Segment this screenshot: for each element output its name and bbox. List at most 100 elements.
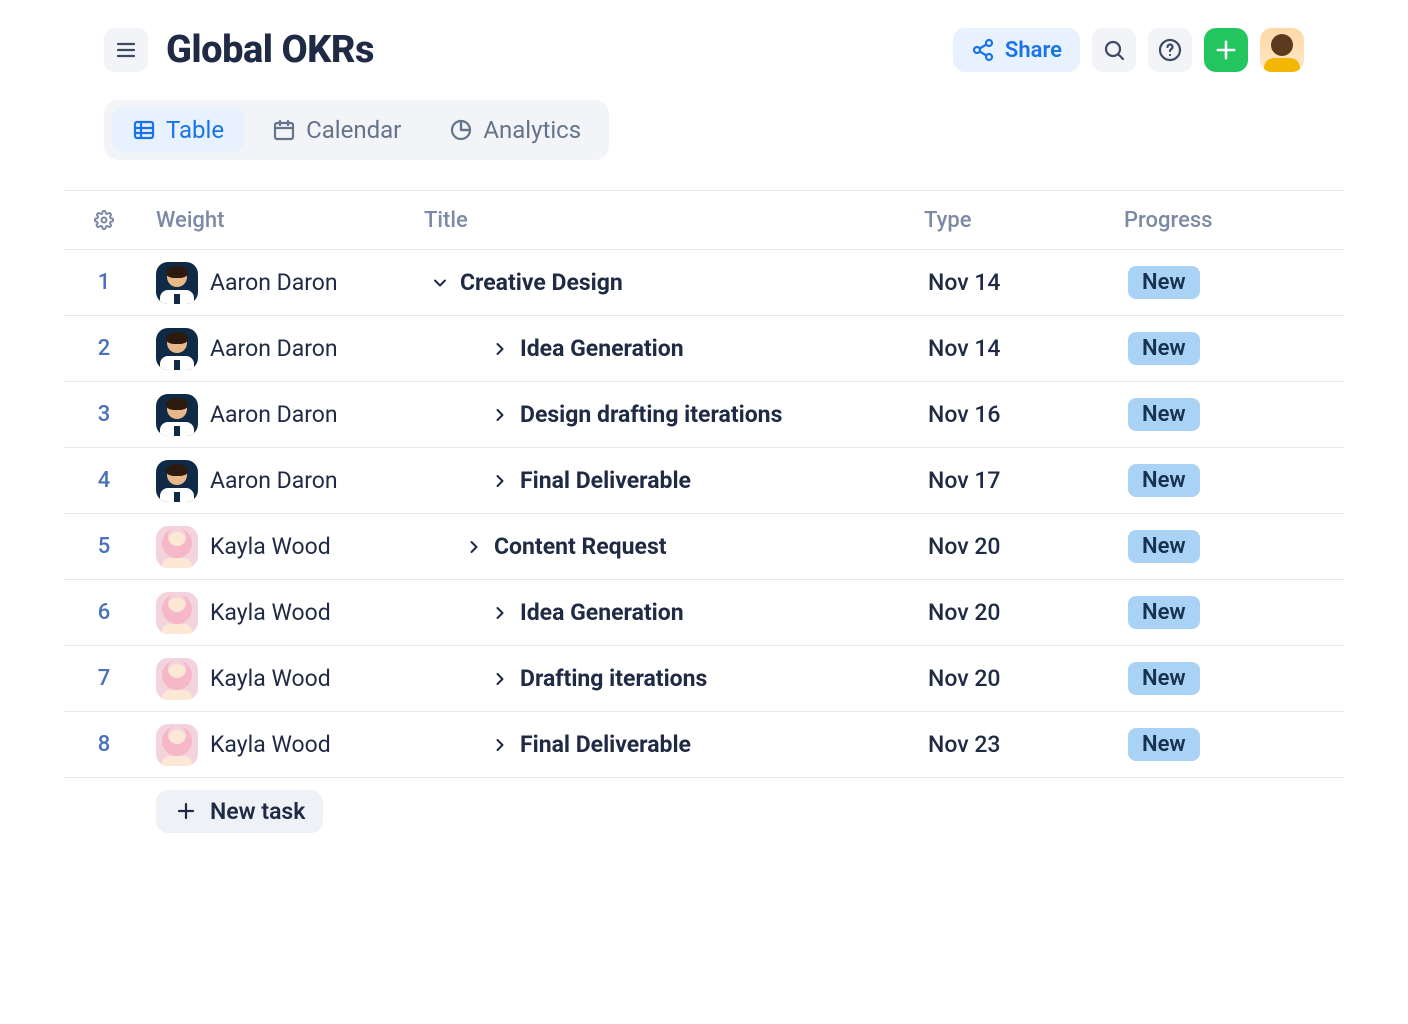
expand-toggle[interactable]	[490, 405, 510, 425]
progress-cell: New	[1124, 662, 1344, 695]
assignee-name: Aaron Daron	[210, 467, 338, 494]
assignee-avatar[interactable]	[156, 592, 198, 634]
tab-calendar[interactable]: Calendar	[252, 108, 421, 152]
header-right: Share	[953, 28, 1304, 72]
collapse-toggle[interactable]	[430, 273, 450, 293]
title-cell: Idea Generation	[424, 335, 924, 362]
new-task-label: New task	[210, 798, 305, 825]
new-task-row: New task	[64, 778, 1344, 844]
status-badge[interactable]: New	[1128, 332, 1200, 365]
type-cell: Nov 14	[924, 335, 1124, 362]
assignee-cell: Aaron Daron	[144, 262, 424, 304]
type-cell: Nov 20	[924, 665, 1124, 692]
assignee-avatar[interactable]	[156, 460, 198, 502]
assignee-avatar[interactable]	[156, 526, 198, 568]
calendar-icon	[272, 118, 296, 142]
new-task-button[interactable]: New task	[156, 790, 323, 833]
share-button[interactable]: Share	[953, 28, 1080, 72]
table-row[interactable]: 5Kayla WoodContent RequestNov 20New	[64, 514, 1344, 580]
view-tabs: Table Calendar Analytics	[104, 100, 609, 160]
assignee-avatar[interactable]	[156, 394, 198, 436]
analytics-icon	[449, 118, 473, 142]
table-row[interactable]: 3 Aaron Daron Design drafting iterations No…	[64, 382, 1344, 448]
table-row[interactable]: 6Kayla WoodIdea GenerationNov 20New	[64, 580, 1344, 646]
assignee-name: Aaron Daron	[210, 269, 338, 296]
assignee-avatar[interactable]	[156, 262, 198, 304]
status-badge[interactable]: New	[1128, 266, 1200, 299]
assignee-cell: Aaron Daron	[144, 460, 424, 502]
chevron-down-icon	[430, 273, 450, 293]
search-button[interactable]	[1092, 28, 1136, 72]
menu-icon	[114, 38, 138, 62]
chevron-right-icon	[490, 669, 510, 689]
column-header-type[interactable]: Type	[924, 208, 1124, 233]
table-row[interactable]: 4Aaron DaronFinal DeliverableNov 17New	[64, 448, 1344, 514]
type-cell: Nov 16	[924, 401, 1124, 428]
row-index: 3	[64, 402, 144, 427]
title-cell: Drafting iterations	[424, 665, 924, 692]
task-table: Weight Title Type Progress 1Aaron DaronC…	[64, 190, 1344, 844]
chevron-right-icon	[490, 339, 510, 359]
status-badge[interactable]: New	[1128, 464, 1200, 497]
chevron-right-icon	[490, 471, 510, 491]
plus-icon	[174, 799, 198, 823]
assignee-avatar[interactable]	[156, 328, 198, 370]
tab-analytics[interactable]: Analytics	[429, 108, 601, 152]
expand-toggle[interactable]	[490, 603, 510, 623]
menu-button[interactable]	[104, 28, 148, 72]
assignee-name: Kayla Wood	[210, 533, 331, 560]
type-cell: Nov 20	[924, 599, 1124, 626]
expand-toggle[interactable]	[490, 669, 510, 689]
title-cell: Final Deliverable	[424, 467, 924, 494]
help-button[interactable]	[1148, 28, 1192, 72]
assignee-name: Kayla Wood	[210, 599, 331, 626]
title-cell: Design drafting iterations	[424, 401, 924, 428]
add-button[interactable]	[1204, 28, 1248, 72]
user-avatar[interactable]	[1260, 28, 1304, 72]
assignee-name: Aaron Daron	[210, 401, 338, 428]
chevron-right-icon	[490, 735, 510, 755]
expand-toggle[interactable]	[490, 471, 510, 491]
chevron-right-icon	[490, 603, 510, 623]
share-label: Share	[1005, 38, 1062, 63]
expand-toggle[interactable]	[490, 339, 510, 359]
progress-cell: New	[1124, 266, 1344, 299]
expand-toggle[interactable]	[464, 537, 484, 557]
settings-column-button[interactable]	[64, 210, 144, 230]
assignee-cell: Aaron Daron	[144, 328, 424, 370]
app-header: Global OKRs Share	[64, 0, 1344, 72]
type-cell: Nov 17	[924, 467, 1124, 494]
progress-cell: New	[1124, 728, 1344, 761]
column-header-title[interactable]: Title	[424, 208, 924, 233]
plus-icon	[1212, 36, 1240, 64]
column-header-progress[interactable]: Progress	[1124, 208, 1344, 233]
assignee-name: Kayla Wood	[210, 665, 331, 692]
table-icon	[132, 118, 156, 142]
assignee-cell: Aaron Daron	[144, 394, 424, 436]
status-badge[interactable]: New	[1128, 662, 1200, 695]
help-icon	[1158, 38, 1182, 62]
task-title: Final Deliverable	[520, 467, 691, 494]
column-header-weight[interactable]: Weight	[144, 208, 424, 233]
table-row[interactable]: 8Kayla WoodFinal DeliverableNov 23New	[64, 712, 1344, 778]
table-row[interactable]: 2Aaron DaronIdea GenerationNov 14New	[64, 316, 1344, 382]
status-badge[interactable]: New	[1128, 728, 1200, 761]
tab-table[interactable]: Table	[112, 108, 244, 152]
status-badge[interactable]: New	[1128, 398, 1200, 431]
assignee-name: Kayla Wood	[210, 731, 331, 758]
assignee-avatar[interactable]	[156, 658, 198, 700]
search-icon	[1102, 38, 1126, 62]
progress-cell: New	[1124, 332, 1344, 365]
gear-icon	[94, 210, 114, 230]
task-title: Design drafting iterations	[520, 401, 782, 428]
expand-toggle[interactable]	[490, 735, 510, 755]
status-badge[interactable]: New	[1128, 530, 1200, 563]
chevron-right-icon	[490, 405, 510, 425]
task-title: Idea Generation	[520, 599, 684, 626]
table-header: Weight Title Type Progress	[64, 190, 1344, 250]
status-badge[interactable]: New	[1128, 596, 1200, 629]
table-row[interactable]: 7 Kayla Wood Drafting iterationsNov 20New	[64, 646, 1344, 712]
assignee-avatar[interactable]	[156, 724, 198, 766]
row-index: 7	[64, 666, 144, 691]
table-row[interactable]: 1Aaron DaronCreative DesignNov 14New	[64, 250, 1344, 316]
